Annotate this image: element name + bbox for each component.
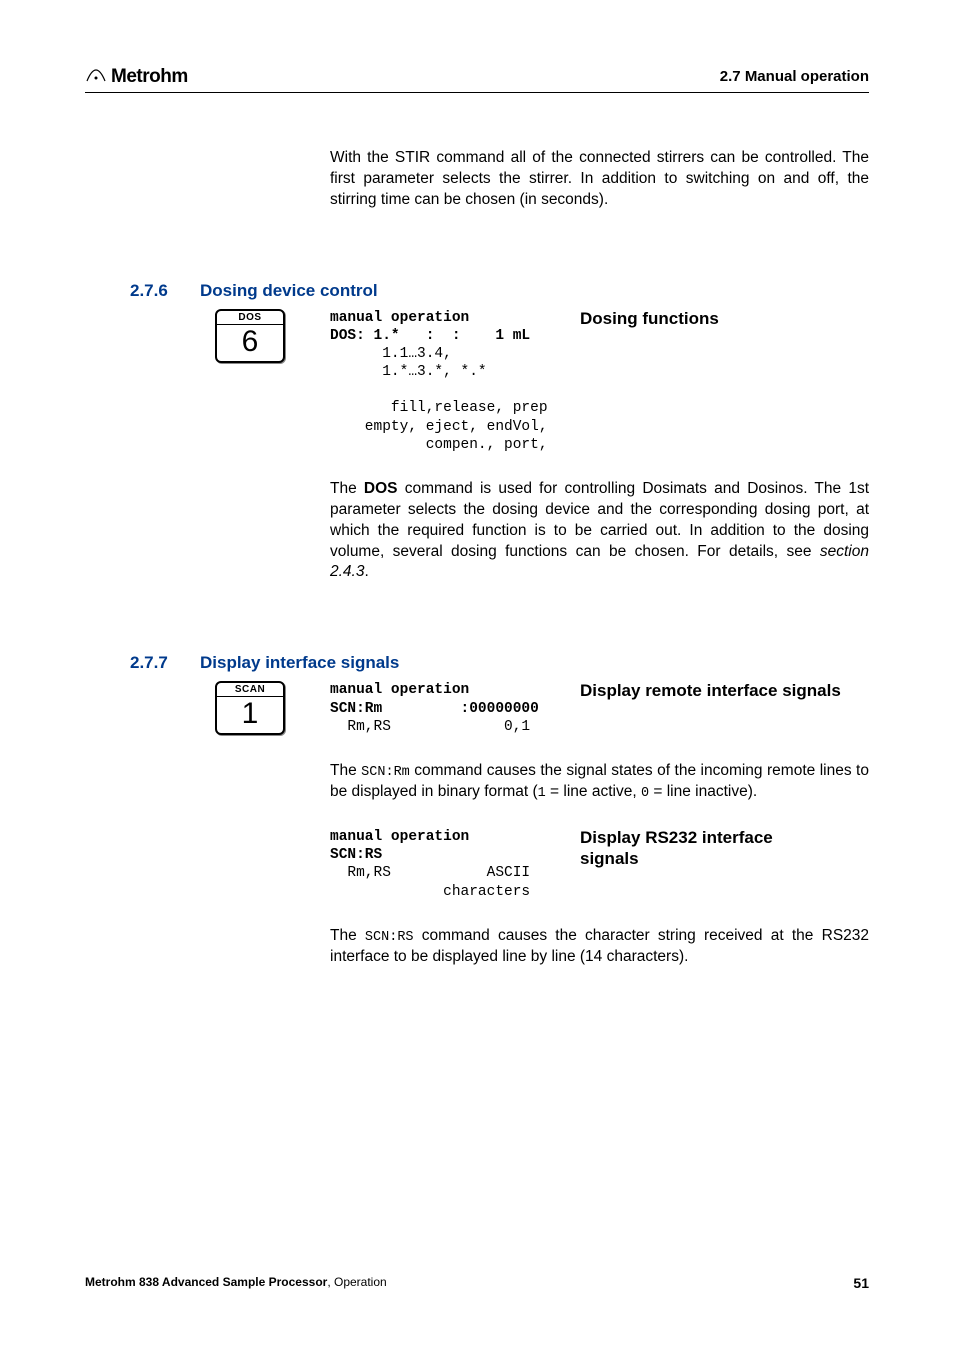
p277a-mono3: 0 bbox=[641, 786, 649, 801]
p276-pre: The bbox=[330, 480, 364, 497]
remote-mono-l2: SCN:Rm :00000000 bbox=[330, 701, 539, 717]
footer-suffix: , Operation bbox=[327, 1275, 386, 1289]
remote-mono-block: manual operation SCN:Rm :00000000 Rm,RS … bbox=[330, 681, 550, 735]
p277a-mono: SCN:Rm bbox=[361, 765, 410, 780]
dos-key-button: DOS 6 bbox=[215, 309, 285, 363]
footer-product: Metrohm 838 Advanced Sample Processor bbox=[85, 1275, 327, 1289]
section-277a-paragraph: The SCN:Rm command causes the signal sta… bbox=[330, 761, 869, 803]
dosing-mono-l6: fill,release, prep bbox=[330, 400, 548, 416]
footer-page-number: 51 bbox=[853, 1275, 869, 1291]
section-276-num: 2.7.6 bbox=[130, 281, 182, 301]
section-277-heading: 2.7.7 Display interface signals bbox=[130, 653, 869, 673]
remote-info-title: Display remote interface signals bbox=[580, 681, 841, 735]
section-276-paragraph: The DOS command is used for controlling … bbox=[330, 479, 869, 584]
rs232-mono-block: manual operation SCN:RS Rm,RS ASCII char… bbox=[330, 828, 550, 901]
p277b-pre: The bbox=[330, 927, 365, 944]
rs232-info-title: Display RS232 interface signals bbox=[580, 828, 830, 901]
section-277b-paragraph: The SCN:RS command causes the character … bbox=[330, 926, 869, 968]
remote-signals-info-block: manual operation SCN:Rm :00000000 Rm,RS … bbox=[330, 681, 869, 735]
dos-key-label: DOS bbox=[217, 311, 283, 325]
logo-text: Metrohm bbox=[111, 66, 188, 88]
dosing-info-title: Dosing functions bbox=[580, 309, 719, 454]
p277a-mid2: = line active, bbox=[546, 783, 641, 800]
scan-key-label: SCAN bbox=[217, 683, 283, 697]
p277a-end: = line inactive). bbox=[649, 783, 757, 800]
scan-key-button: SCAN 1 bbox=[215, 681, 285, 735]
dosing-mono-l3: 1.1…3.4, bbox=[330, 346, 452, 362]
page-footer: Metrohm 838 Advanced Sample Processor, O… bbox=[85, 1275, 869, 1291]
p276-end: . bbox=[364, 563, 368, 580]
header-section-label: 2.7 Manual operation bbox=[720, 68, 869, 85]
section-277-title: Display interface signals bbox=[200, 653, 399, 673]
p277b-mono: SCN:RS bbox=[365, 930, 414, 945]
rs232-mono-l4: characters bbox=[330, 884, 530, 900]
section-277-num: 2.7.7 bbox=[130, 653, 182, 673]
p277a-mono2: 1 bbox=[538, 786, 546, 801]
dosing-mono-l2: DOS: 1.* : : 1 mL bbox=[330, 328, 530, 344]
p276-bold: DOS bbox=[364, 480, 398, 497]
dosing-info-block: manual operation DOS: 1.* : : 1 mL 1.1…3… bbox=[330, 309, 869, 454]
footer-left: Metrohm 838 Advanced Sample Processor, O… bbox=[85, 1275, 387, 1291]
p276-post: command is used for controlling Dosimats… bbox=[330, 480, 869, 560]
rs232-mono-l3: Rm,RS ASCII bbox=[330, 865, 530, 881]
dosing-mono-block: manual operation DOS: 1.* : : 1 mL 1.1…3… bbox=[330, 309, 550, 454]
rs232-signals-info-block: manual operation SCN:RS Rm,RS ASCII char… bbox=[330, 828, 869, 901]
page-header: Metrohm 2.7 Manual operation bbox=[85, 65, 869, 93]
dosing-mono-l7: empty, eject, endVol, bbox=[330, 419, 548, 435]
rs232-mono-l1: manual operation bbox=[330, 829, 469, 845]
dosing-mono-l1: manual operation bbox=[330, 310, 469, 326]
rs232-mono-l2: SCN:RS bbox=[330, 847, 382, 863]
remote-mono-l3: Rm,RS 0,1 bbox=[330, 719, 530, 735]
section-276-heading: 2.7.6 Dosing device control bbox=[130, 281, 869, 301]
dosing-mono-l4: 1.*…3.*, *.* bbox=[330, 364, 487, 380]
dosing-mono-l8: compen., port, bbox=[330, 437, 548, 453]
remote-mono-l1: manual operation bbox=[330, 682, 469, 698]
section-276-title: Dosing device control bbox=[200, 281, 378, 301]
dos-key-number: 6 bbox=[217, 325, 283, 361]
logo: Metrohm bbox=[85, 65, 188, 88]
intro-paragraph: With the STIR command all of the connect… bbox=[330, 148, 869, 211]
logo-icon bbox=[85, 65, 107, 88]
p277a-pre: The bbox=[330, 762, 361, 779]
scan-key-number: 1 bbox=[217, 697, 283, 733]
